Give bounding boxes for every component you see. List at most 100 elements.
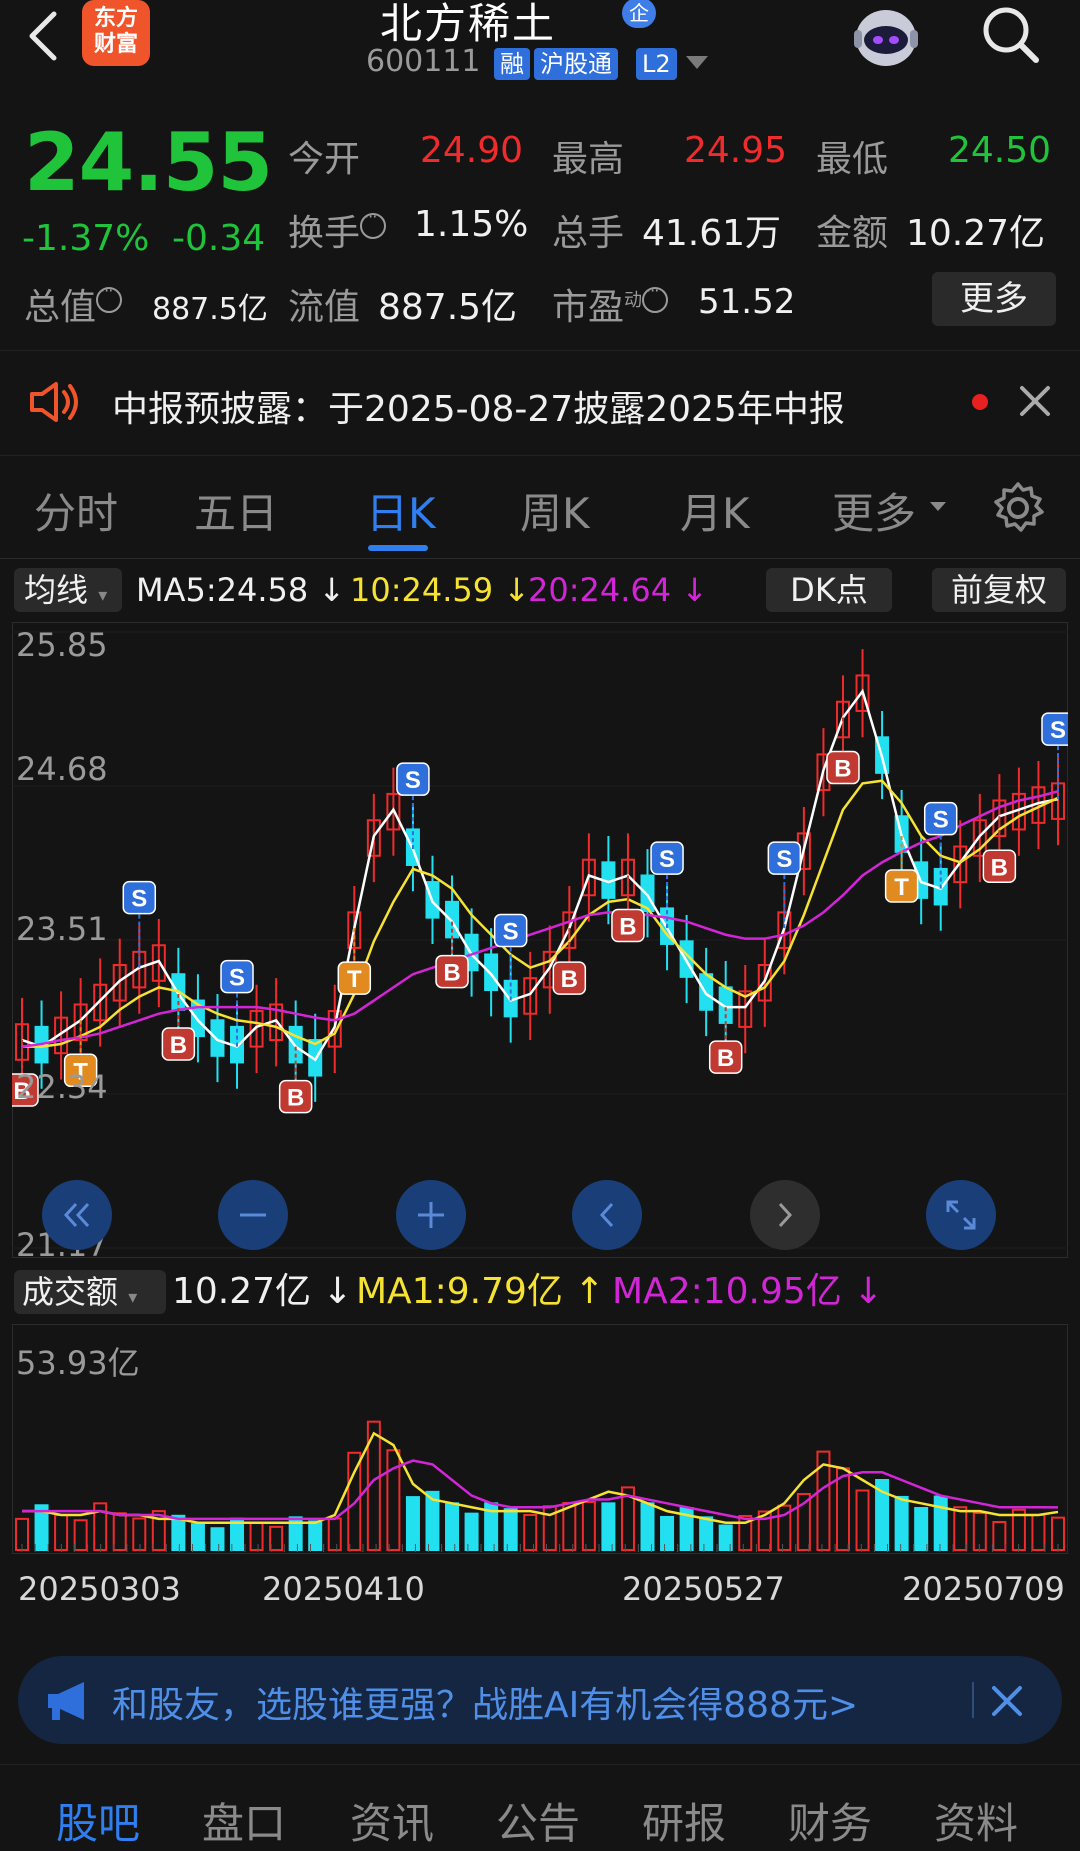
chevron-right-icon: [778, 1202, 793, 1228]
volume-bar: [327, 1517, 342, 1551]
volume-bar: [269, 1525, 284, 1552]
level2-tag: L2: [636, 48, 677, 80]
tags-dropdown-icon[interactable]: [686, 56, 708, 69]
volume-bar: [308, 1520, 323, 1552]
tab-five-day[interactable]: 五日: [194, 480, 278, 541]
adjust-button[interactable]: 前复权: [932, 568, 1066, 612]
scroll-right-button[interactable]: [750, 1180, 820, 1250]
volume-bar: [992, 1521, 1007, 1551]
high-value: 24.95: [684, 130, 788, 171]
volume-bar: [953, 1506, 968, 1552]
signal-label: S: [503, 919, 519, 946]
volume-chart[interactable]: [12, 1324, 1068, 1554]
total-cap-value: 887.5亿: [152, 292, 268, 327]
back-arrow-icon[interactable]: [22, 6, 62, 66]
amount-value: 10.27亿: [906, 213, 1046, 254]
signal-label: S: [229, 965, 245, 992]
signal-label: T: [894, 874, 909, 901]
info-icon: [96, 281, 123, 313]
ma20-readout: 20:24.64 ↓: [528, 571, 709, 609]
zoom-in-button[interactable]: [396, 1180, 466, 1250]
fullscreen-button[interactable]: [926, 1180, 996, 1250]
current-price: 24.55: [24, 116, 273, 209]
volume-bar: [112, 1512, 127, 1551]
margin-tag: 融: [494, 48, 530, 80]
speaker-icon: [30, 382, 78, 422]
ma-selector-label: 均线: [24, 571, 89, 609]
candle-body: [210, 1019, 225, 1057]
signal-label: B: [834, 756, 851, 783]
scroll-left-button[interactable]: [572, 1180, 642, 1250]
tab-intraday[interactable]: 分时: [34, 480, 118, 541]
float-cap-label: 流值: [288, 287, 361, 328]
volume-bar: [699, 1516, 714, 1551]
volume-bar: [933, 1495, 948, 1551]
y-tick-4: 22.34: [16, 1068, 108, 1106]
volume-value: 41.61万: [642, 213, 782, 254]
volume-bar: [894, 1495, 909, 1552]
pe-label[interactable]: 市盈动: [552, 278, 669, 330]
volume-bar: [855, 1489, 870, 1551]
logo-line1: 东方: [93, 6, 138, 31]
volume-bar: [914, 1507, 929, 1551]
volume-bar: [1031, 1514, 1046, 1551]
tab-monthly-k[interactable]: 月K: [680, 480, 750, 541]
ai-assistant-robot-icon[interactable]: [848, 2, 924, 72]
close-notice-icon[interactable]: [1018, 384, 1052, 418]
zoom-out-button[interactable]: [218, 1180, 288, 1250]
info-icon: [360, 207, 387, 239]
active-tab-indicator: [368, 545, 428, 551]
app-logo[interactable]: 东方 财富: [82, 0, 150, 66]
volume-bar: [523, 1514, 538, 1551]
megaphone-icon: [48, 1682, 84, 1720]
tab-more[interactable]: 更多: [832, 480, 916, 541]
scroll-start-button[interactable]: [42, 1180, 112, 1250]
minus-icon: [240, 1213, 266, 1217]
volume-bar: [190, 1523, 205, 1551]
ma-selector[interactable]: 均线 ▾: [14, 568, 122, 612]
total-cap-label[interactable]: 总值: [24, 278, 123, 330]
signal-label: S: [776, 846, 792, 873]
volume-bar: [640, 1502, 655, 1551]
volume-bar: [581, 1500, 596, 1552]
more-button[interactable]: 更多: [932, 272, 1056, 326]
signal-label: S: [933, 807, 949, 834]
stock-code: 600111: [366, 44, 481, 79]
gear-icon[interactable]: [990, 480, 1046, 536]
x-label-3: 20250527: [622, 1570, 785, 1608]
close-promo-icon[interactable]: [990, 1684, 1024, 1718]
volume-bar: [601, 1502, 616, 1551]
x-label-2: 20250410: [262, 1570, 425, 1608]
signal-label: B: [170, 1032, 187, 1059]
turnover-label[interactable]: 换手: [288, 204, 387, 256]
tab-weekly-k[interactable]: 周K: [520, 480, 590, 541]
volume-bar: [386, 1449, 401, 1551]
y-tick-2: 24.68: [16, 750, 108, 788]
volume-bar: [660, 1515, 675, 1551]
pe-sup: 动: [624, 290, 643, 311]
signal-label: B: [991, 854, 1008, 881]
unread-dot: [972, 394, 988, 410]
chevron-left-icon: [599, 1202, 614, 1228]
volume-selector-label: 成交额: [22, 1273, 119, 1311]
volume-readout: 10.27亿 ↓: [172, 1271, 353, 1312]
volume-bar: [210, 1527, 225, 1552]
change-amount: -0.34: [172, 218, 266, 259]
chevron-down-icon: [930, 502, 946, 511]
volume-bar: [835, 1467, 850, 1551]
volume-bar: [405, 1496, 420, 1552]
info-icon: [642, 281, 669, 313]
signal-label: S: [659, 846, 675, 873]
kline-chart[interactable]: BTSBSBTSBSBBSBSBTSBS: [12, 622, 1068, 1258]
search-icon[interactable]: [978, 2, 1044, 68]
dk-point-button[interactable]: DK点: [766, 568, 892, 612]
volume-indicator-selector[interactable]: 成交额 ▾: [14, 1270, 166, 1314]
notice-text: 中报预披露：于2025-08-27披露2025年中报: [112, 389, 845, 430]
low-value: 24.50: [948, 130, 1052, 171]
tab-daily-k[interactable]: 日K: [366, 480, 436, 541]
y-tick-1: 25.85: [16, 626, 108, 664]
volume-bar: [445, 1502, 460, 1551]
plus-icon: [418, 1202, 444, 1228]
candle-body: [484, 953, 499, 992]
signal-label: S: [1050, 717, 1066, 744]
